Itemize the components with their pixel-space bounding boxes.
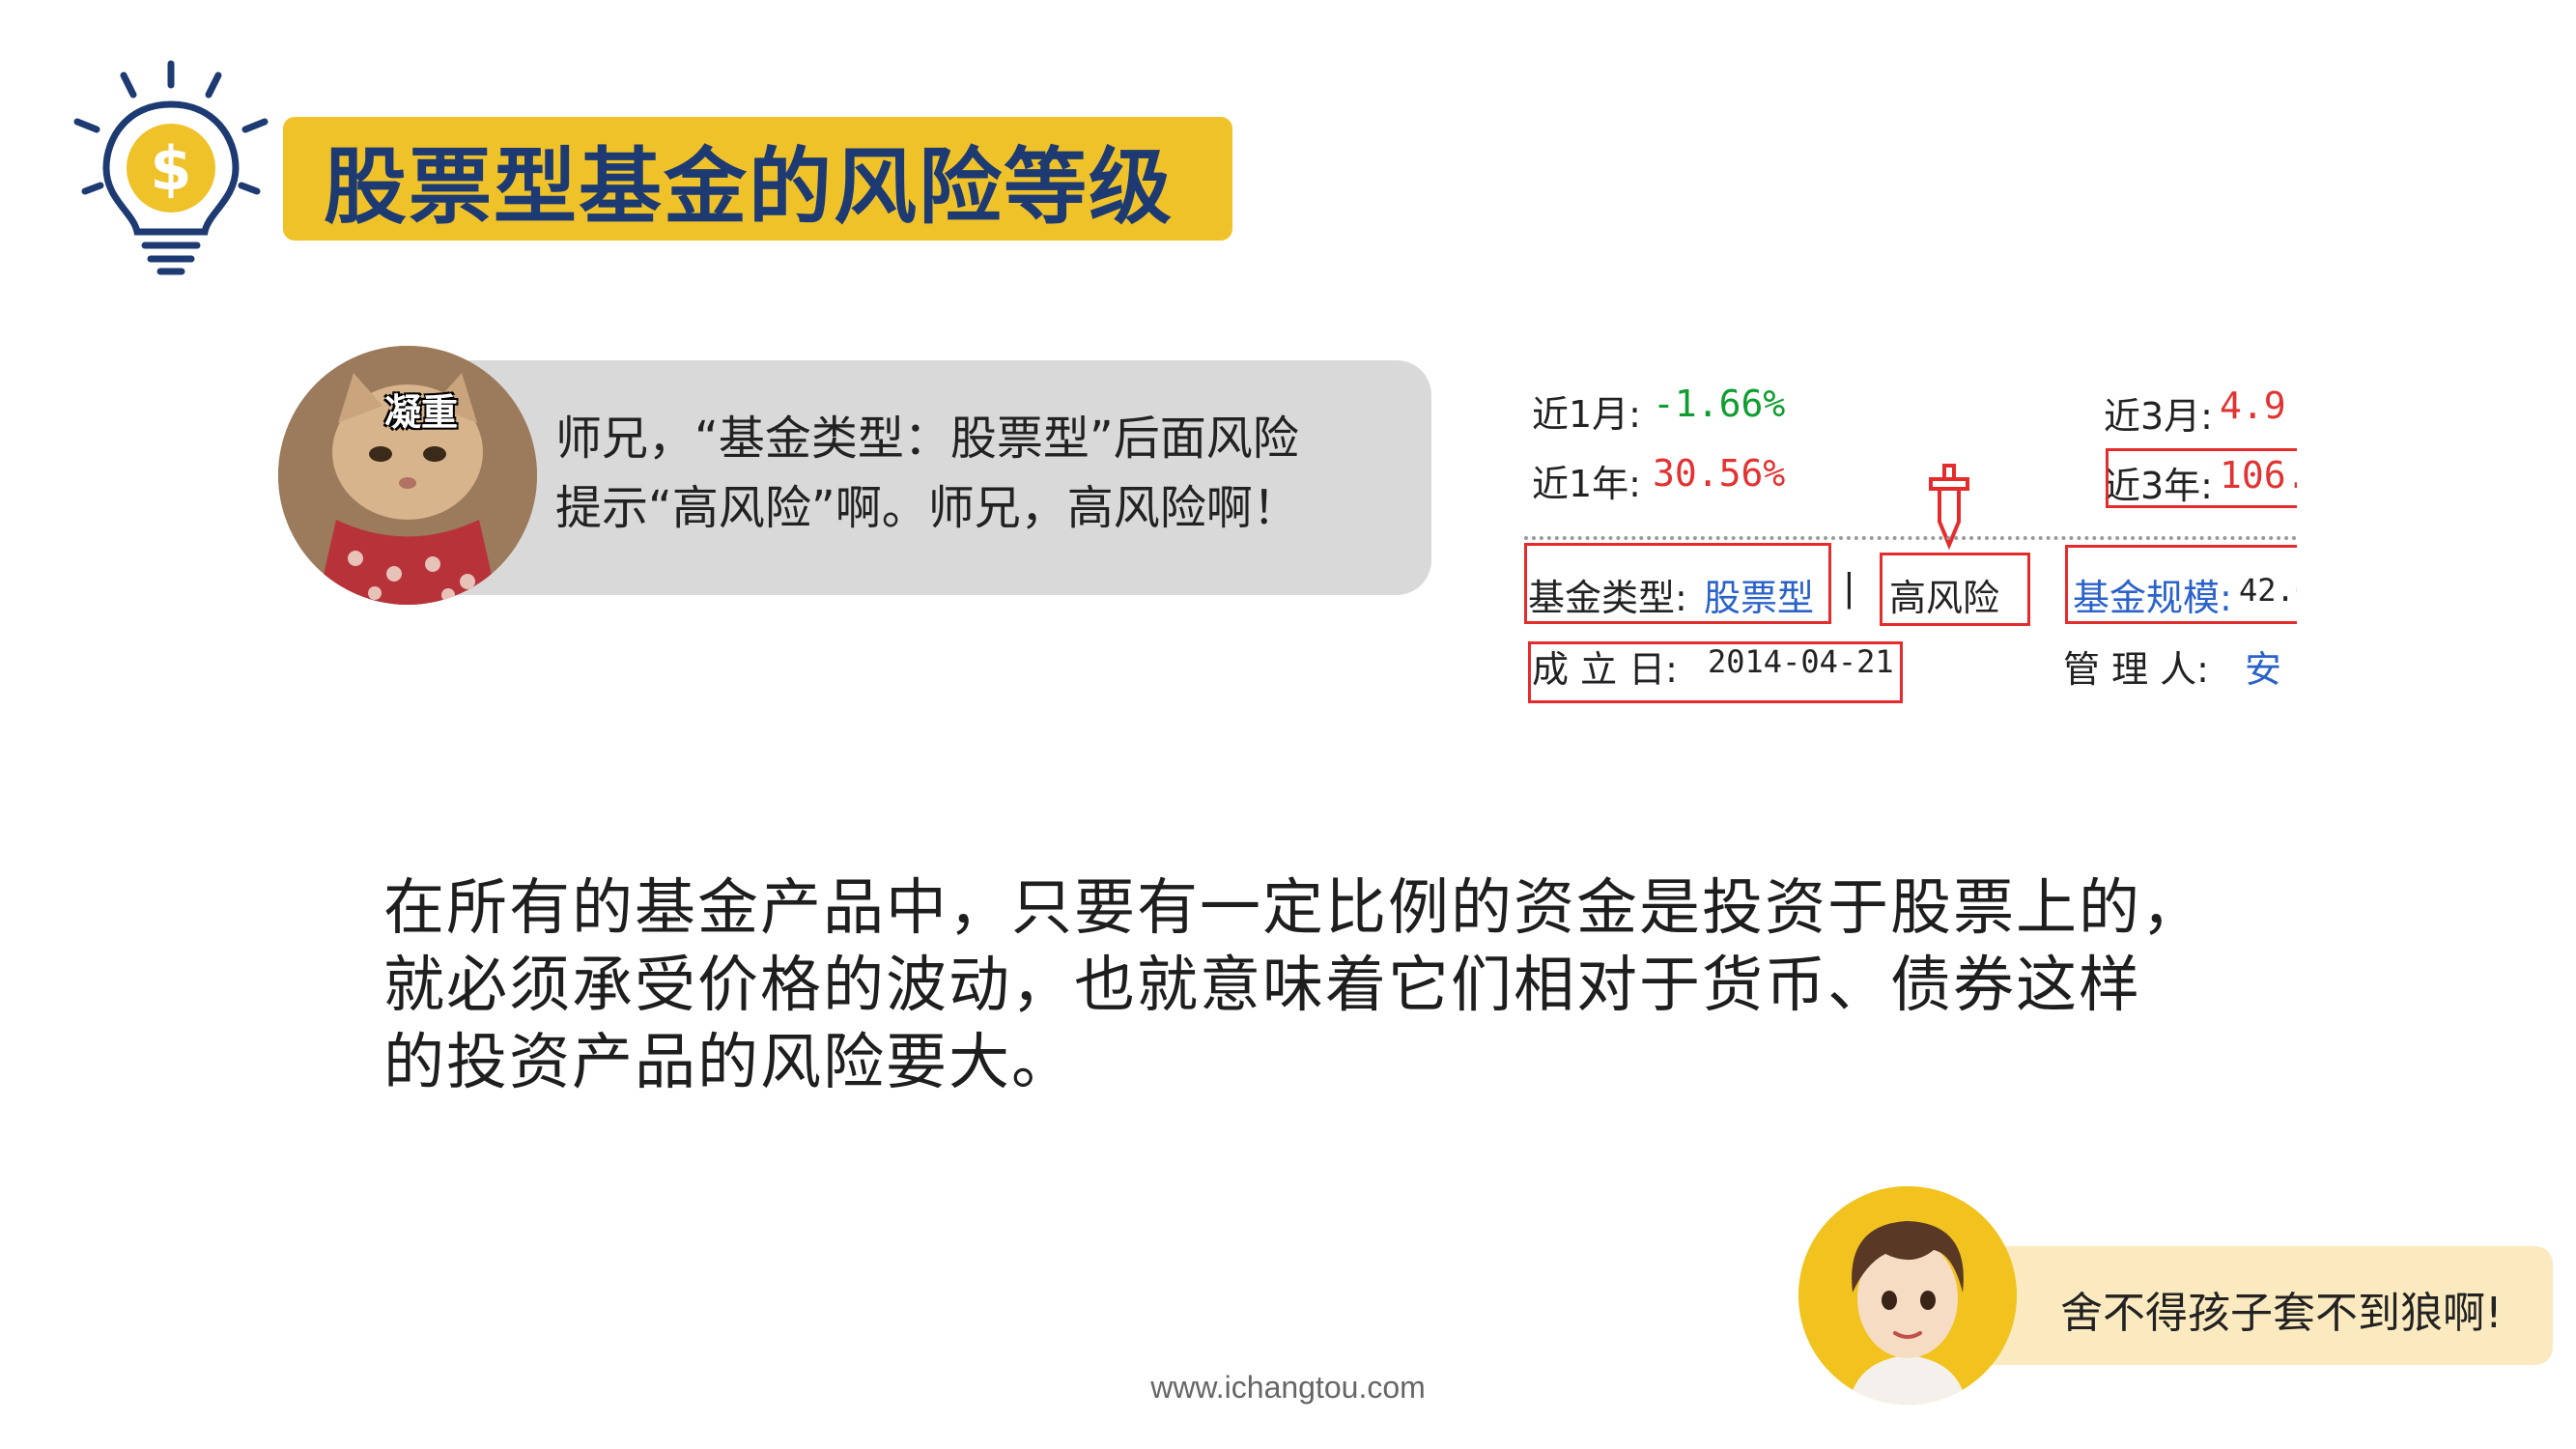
return-1m-label: 近1月: — [1532, 393, 1641, 436]
highlight-box-risk — [1880, 553, 2030, 626]
dotted-divider — [1524, 536, 2297, 540]
explanation-paragraph: 在所有的基金产品中，只要有一定比例的资金是投资于股票上的， 就必须承受价格的波动… — [383, 872, 2204, 1097]
return-1y-label: 近1年: — [1532, 463, 1641, 505]
title-banner: 股票型基金的风险等级 — [283, 117, 1232, 241]
return-3m-value: 4.9 — [2220, 384, 2286, 427]
avatar-caption: 凝重 — [384, 391, 459, 434]
highlight-box-fund-type — [1524, 543, 1831, 624]
answer-text: 舍不得孩子套不到狼啊! — [2060, 1289, 2503, 1338]
svg-text:$: $ — [150, 133, 191, 204]
manager-value[interactable]: 安 — [2245, 639, 2281, 693]
return-1y-value: 30.56% — [1653, 452, 1786, 495]
manager-label: 管 理 人: — [2063, 648, 2209, 691]
question-text: 师兄，“基金类型：股票型”后面风险 提示“高风险”啊。师兄，高风险啊！ — [555, 412, 1299, 535]
fund-info-panel: 近1月: -1.66% 近3月: 4.9 近1年: 30.56% 近3年: 10… — [1524, 375, 2297, 723]
separator: | — [1843, 566, 1855, 609]
highlight-box-scale — [2065, 545, 2297, 624]
highlight-box-3y — [2106, 448, 2297, 508]
return-3m-label: 近3月: — [2104, 395, 2213, 438]
footer-url: www.ichangtou.com — [1150, 1370, 1426, 1405]
lightbulb-dollar-icon: $ — [68, 56, 275, 278]
highlight-box-established — [1528, 641, 1903, 703]
page-title: 股票型基金的风险等级 — [324, 138, 1174, 236]
return-1m-value: -1.66% — [1653, 383, 1786, 425]
